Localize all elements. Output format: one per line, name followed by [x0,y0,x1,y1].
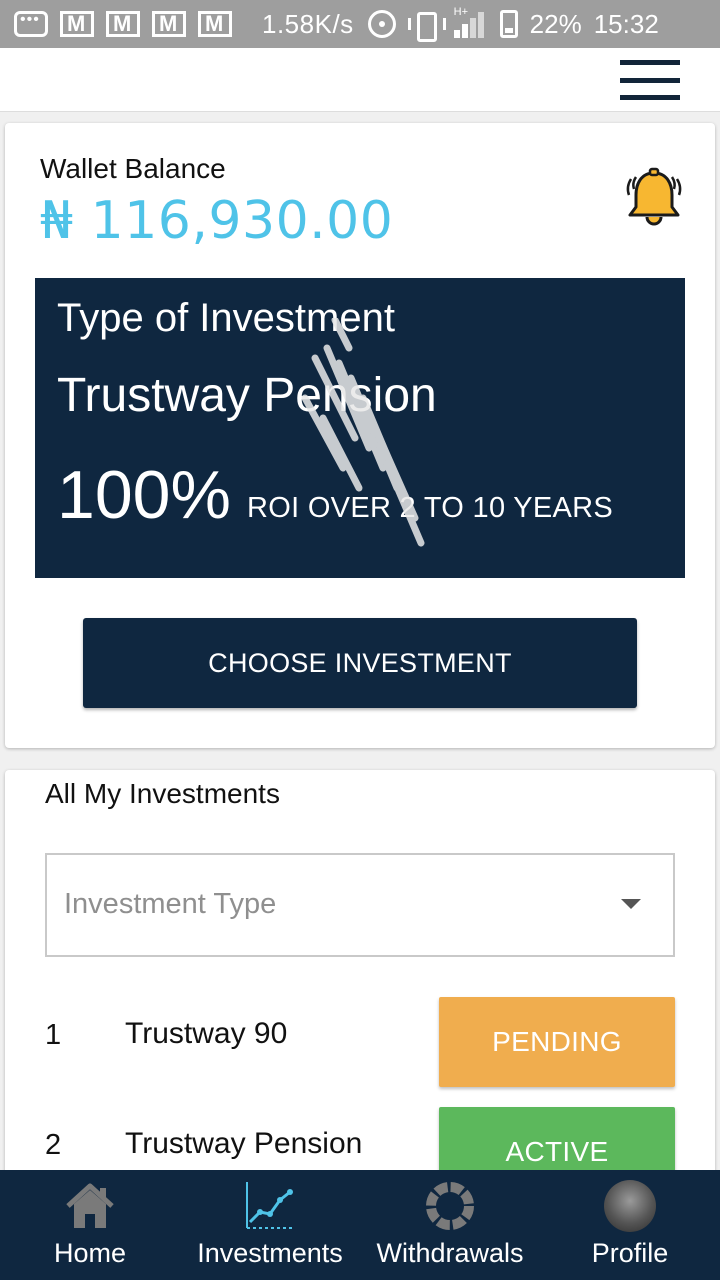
nav-withdrawals[interactable]: Withdrawals [360,1170,540,1280]
ring-icon [426,1182,474,1230]
nav-label-home: Home [53,1238,127,1268]
choose-investment-button[interactable]: CHOOSE INVESTMENT [83,618,637,708]
nav-label-withdrawals: Withdrawals [376,1238,524,1268]
investment-type-select[interactable]: Investment Type [45,853,675,957]
network-type: H+ [453,6,469,18]
gmail-icon [152,11,186,37]
network-speed: 1.58K/s [262,8,354,39]
signal-icon: H+ [453,6,488,38]
home-icon [66,1183,114,1228]
loading-spinner-icon [301,318,425,547]
bell-icon[interactable] [623,167,685,231]
wallet-card: Wallet Balance ₦ 116,930.00 Type of Inve… [5,123,715,748]
roi-percent: 100% [57,457,231,533]
battery-level: 22% [529,8,582,39]
menu-icon[interactable] [620,60,680,100]
pending-status-button[interactable]: PENDING [439,997,675,1087]
investment-banner: Type of Investment Trustway Pension 100%… [35,278,685,578]
nav-investments[interactable]: Investments [180,1170,360,1280]
wallet-balance: ₦ 116,930.00 [40,191,394,251]
avatar [604,1180,656,1232]
chevron-down-icon [621,899,641,909]
investments-title: All My Investments [45,778,280,809]
row-investment-name: Trustway 90 [125,1017,288,1050]
message-icon [14,11,48,37]
nav-home[interactable]: Home [0,1170,180,1280]
status-bar: 1.58K/s H+ 22% 15:32 [0,0,720,48]
nav-label-investments: Investments [197,1238,343,1268]
clock: 15:32 [593,8,659,39]
investments-card: All My Investments Investment Type 1 Tru… [5,770,715,1197]
vibrate-icon [407,10,446,42]
app-bar [0,48,720,112]
row-number: 2 [45,1129,62,1161]
row-number: 1 [45,1019,62,1051]
select-placeholder: Investment Type [64,888,277,920]
gmail-icon [106,11,140,37]
nav-profile[interactable]: Profile [540,1170,720,1280]
wallet-label: Wallet Balance [40,153,226,184]
row-investment-name: Trustway Pension [125,1127,363,1160]
nav-label-profile: Profile [591,1238,669,1268]
hotspot-icon [367,10,396,38]
gmail-icon [60,11,94,37]
battery-icon [499,10,518,38]
gmail-icon [198,11,232,37]
bottom-navigation: Home Investments Withdrawals Profile [0,1170,720,1280]
list-item: 1 Trustway 90 PENDING [5,997,715,1087]
chart-line-icon [246,1182,294,1229]
